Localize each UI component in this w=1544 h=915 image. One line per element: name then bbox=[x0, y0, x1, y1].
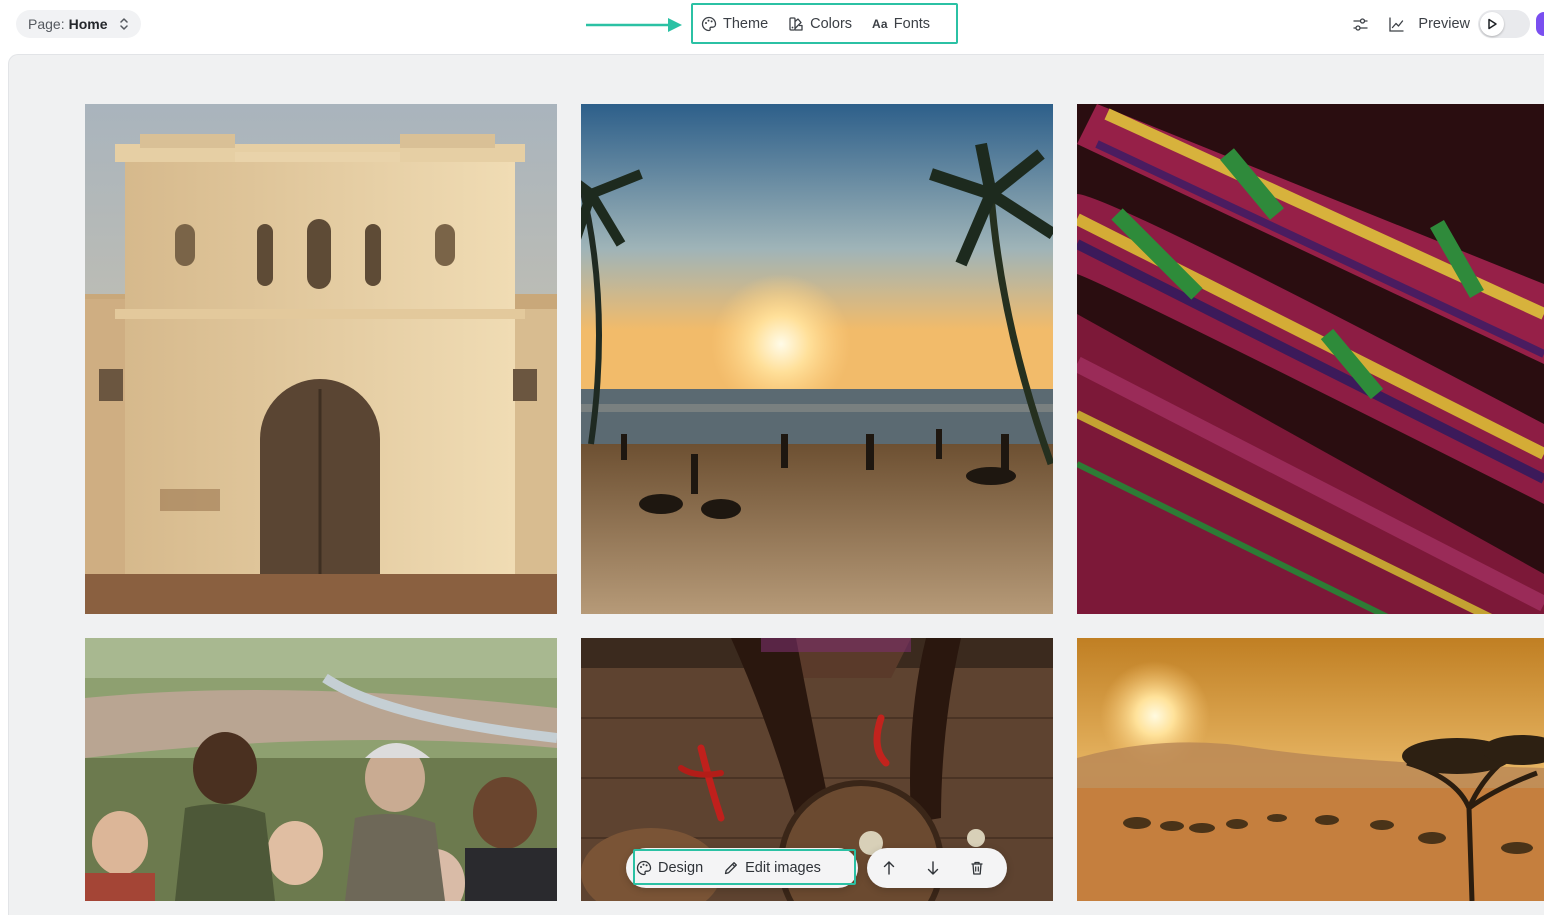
analytics-button[interactable] bbox=[1378, 8, 1414, 40]
toggle-knob bbox=[1480, 12, 1504, 36]
gallery-image-fort[interactable] bbox=[85, 104, 557, 614]
palette-icon bbox=[701, 16, 717, 32]
sliders-icon bbox=[1353, 17, 1368, 31]
colors-button[interactable]: Colors bbox=[778, 9, 862, 39]
fonts-label: Fonts bbox=[893, 16, 931, 32]
fonts-button[interactable]: Aa Fonts bbox=[862, 9, 940, 39]
arrow-up-icon bbox=[883, 861, 895, 875]
move-down-button[interactable] bbox=[911, 848, 955, 888]
arrow-down-icon bbox=[927, 861, 939, 875]
gallery-image-cloth[interactable] bbox=[1077, 104, 1544, 614]
design-tools: Theme Colors Aa Fonts bbox=[691, 4, 958, 44]
top-bar: Page: Home Theme Colors Aa Fonts Preview bbox=[0, 0, 1544, 52]
font-aa-icon: Aa bbox=[872, 17, 888, 31]
trash-icon bbox=[971, 861, 983, 875]
colors-label: Colors bbox=[810, 16, 853, 32]
avatar[interactable] bbox=[1536, 12, 1544, 36]
savanna-sunset-photo bbox=[1077, 638, 1544, 901]
preview-toggle[interactable] bbox=[1478, 10, 1530, 38]
annotation-arrow-icon bbox=[586, 18, 682, 32]
settings-button[interactable] bbox=[1342, 8, 1378, 40]
move-up-button[interactable] bbox=[867, 848, 911, 888]
kente-cloth-photo bbox=[1077, 104, 1544, 614]
play-icon bbox=[1488, 18, 1497, 30]
group-travelers-photo bbox=[85, 638, 557, 901]
block-actions-toolbar bbox=[867, 848, 1007, 888]
page-selector-prefix: Page: bbox=[28, 16, 65, 32]
right-toolbar: Preview bbox=[1342, 8, 1544, 40]
delete-button[interactable] bbox=[955, 848, 999, 888]
theme-label: Theme bbox=[723, 16, 769, 32]
theme-button[interactable]: Theme bbox=[691, 9, 778, 39]
beach-sunset-photo bbox=[581, 104, 1053, 614]
gallery-image-travelers[interactable] bbox=[85, 638, 557, 901]
swatch-icon bbox=[789, 17, 803, 31]
line-chart-icon bbox=[1389, 16, 1404, 32]
fort-gate-photo bbox=[85, 104, 557, 614]
preview-label: Preview bbox=[1418, 16, 1470, 32]
image-toolbar-highlight bbox=[633, 849, 856, 885]
page-selector-value: Home bbox=[68, 16, 108, 32]
gallery-image-savanna[interactable] bbox=[1077, 638, 1544, 901]
page-selector[interactable]: Page: Home bbox=[16, 10, 141, 38]
chevron-up-down-icon bbox=[120, 18, 128, 30]
gallery-image-beach[interactable] bbox=[581, 104, 1053, 614]
